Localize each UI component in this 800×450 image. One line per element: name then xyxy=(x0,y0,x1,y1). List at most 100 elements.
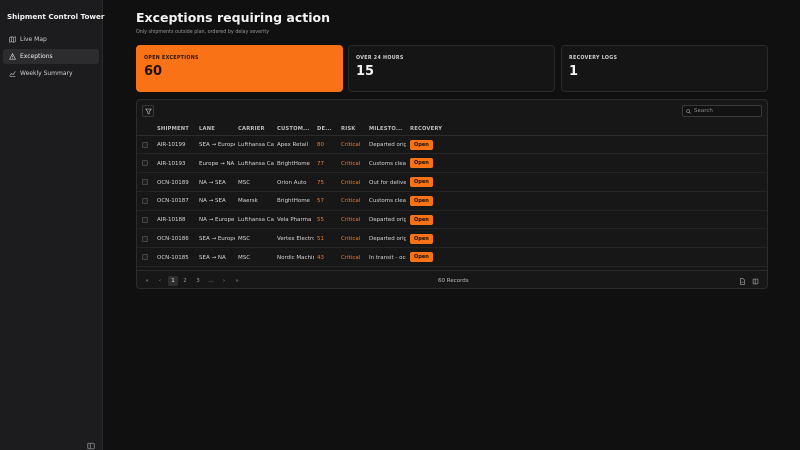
cell-risk: Critical xyxy=(341,254,361,261)
column-header-delay[interactable]: DE... xyxy=(317,126,337,132)
table-row[interactable]: AIR-10199 SEA → EuropeLufthansa CargoApex… xyxy=(137,136,767,155)
cell-lane: SEA → Europe xyxy=(199,142,235,148)
app-title: Shipment Control Tower xyxy=(7,12,105,21)
cell-risk: Critical xyxy=(341,236,361,242)
row-checkbox[interactable] xyxy=(142,197,148,204)
pagination: « ‹ 1 2 3 … › » 60 Records xyxy=(137,270,767,288)
page-subtitle: Only shipments outside plan, ordered by … xyxy=(136,30,270,35)
next-page-button[interactable]: › xyxy=(219,276,229,286)
cell-lane: Europe → NA xyxy=(199,160,235,167)
exceptions-table-panel: SHIPMENT LANE CARRIER CUSTOM... DE... RI… xyxy=(136,99,768,289)
page-title: Exceptions requiring action xyxy=(136,10,330,25)
cell-milestone: Departed origin xyxy=(369,236,406,242)
recovery-open-button[interactable]: Open xyxy=(410,177,433,188)
cell-carrier: Lufthansa Cargo xyxy=(238,160,274,167)
table-row[interactable]: OCN-10187 NA → SEA Maersk BrightHome 57 Criti… xyxy=(137,192,767,211)
cell-shipment: OCN-10186 xyxy=(157,236,189,242)
sidebar-item-live-map[interactable]: Live Map xyxy=(3,32,99,47)
cell-lane: NA → Europe xyxy=(199,217,235,224)
table-header: SHIPMENT LANE CARRIER CUSTOM... DE... RI… xyxy=(137,122,767,136)
cell-lane: NA → SEA xyxy=(199,198,226,205)
card-value: 1 xyxy=(569,64,579,79)
page-button-1[interactable]: 1 xyxy=(168,276,178,286)
columns-icon[interactable] xyxy=(750,276,760,286)
records-count: 60 Records xyxy=(438,278,469,284)
export-icon[interactable] xyxy=(737,276,747,286)
column-header-carrier[interactable]: CARRIER xyxy=(238,126,274,132)
filter-icon xyxy=(144,108,152,114)
cell-risk: Critical xyxy=(341,217,361,224)
search-input[interactable] xyxy=(694,108,754,114)
cell-lane: SEA → Europe xyxy=(199,236,235,242)
filter-button[interactable] xyxy=(142,105,154,117)
first-page-button[interactable]: « xyxy=(142,276,152,286)
last-page-button[interactable]: » xyxy=(232,276,242,286)
sidebar-collapse-icon[interactable] xyxy=(87,435,95,450)
column-header-lane[interactable]: LANE xyxy=(199,126,235,132)
card-recovery-logs[interactable]: RECOVERY LOGS 1 xyxy=(561,45,768,92)
column-header-risk[interactable]: RISK xyxy=(341,126,367,132)
search-box[interactable] xyxy=(682,105,762,117)
table-row[interactable]: OCN-10185 SEA → NA MSC Nordic Machines43 Cri… xyxy=(137,249,767,268)
cell-carrier: Lufthansa Cargo xyxy=(238,217,274,224)
row-checkbox[interactable] xyxy=(142,254,148,261)
cell-customer: Apex Retail xyxy=(277,142,309,148)
column-header-recovery[interactable]: RECOVERY xyxy=(410,126,450,132)
sidebar-item-label: Exceptions xyxy=(20,53,53,60)
cell-risk: Critical xyxy=(341,179,361,186)
sidebar-item-exceptions[interactable]: Exceptions xyxy=(3,49,99,64)
cell-customer: BrightHome xyxy=(277,198,310,205)
cell-milestone: In transit - ocean xyxy=(369,254,406,261)
row-checkbox[interactable] xyxy=(142,160,148,167)
page-button-3[interactable]: 3 xyxy=(193,276,203,286)
cell-shipment: AIR-10193 xyxy=(157,160,186,167)
column-header-milestone[interactable]: MILESTO... xyxy=(369,126,406,132)
cell-customer: Vela Pharma xyxy=(277,217,312,224)
sidebar-item-label: Weekly Summary xyxy=(20,70,73,77)
cell-customer: Orion Auto xyxy=(277,179,307,186)
row-checkbox[interactable] xyxy=(142,235,148,242)
cell-milestone: Departed origin xyxy=(369,217,406,224)
cell-shipment: OCN-10189 xyxy=(157,179,189,186)
cell-milestone: Departed origin xyxy=(369,142,406,148)
prev-page-button[interactable]: ‹ xyxy=(155,276,165,286)
row-checkbox[interactable] xyxy=(142,216,148,223)
table-row[interactable]: OCN-10189 NA → SEA MSC Orion Auto 75 Critical… xyxy=(137,174,767,192)
cell-milestone: Out for delivery xyxy=(369,179,406,186)
sidebar-nav: Live Map Exceptions Weekly Summary xyxy=(3,32,99,83)
column-header-shipment[interactable]: SHIPMENT xyxy=(157,126,195,132)
row-checkbox[interactable] xyxy=(142,141,148,148)
cell-milestone: Customs clearance xyxy=(369,198,406,205)
page-ellipsis: … xyxy=(208,278,214,284)
cell-carrier: MSC xyxy=(238,254,251,261)
card-label: OPEN EXCEPTIONS xyxy=(144,56,199,61)
table-row[interactable]: OCN-10186 SEA → EuropeMSC Vertex Electroni… xyxy=(137,230,767,249)
recovery-open-button[interactable]: Open xyxy=(410,252,433,263)
recovery-open-button[interactable]: Open xyxy=(410,233,433,244)
table-row[interactable]: AIR-10193 Europe → NALufthansa CargoBrigh… xyxy=(137,155,767,174)
map-icon xyxy=(8,36,16,44)
recovery-open-button[interactable]: Open xyxy=(410,139,433,150)
cell-lane: SEA → NA xyxy=(199,254,226,261)
recovery-open-button[interactable]: Open xyxy=(410,158,433,169)
table-row[interactable]: AIR-10188 NA → EuropeLufthansa CargoVela … xyxy=(137,211,767,230)
card-open-exceptions[interactable]: OPEN EXCEPTIONS 60 xyxy=(136,45,343,92)
cell-shipment: AIR-10199 xyxy=(157,142,186,148)
cell-risk: Critical xyxy=(341,198,361,205)
card-over-24-hours[interactable]: OVER 24 HOURS 15 xyxy=(348,45,555,92)
sidebar-item-weekly-summary[interactable]: Weekly Summary xyxy=(3,66,99,81)
recovery-open-button[interactable]: Open xyxy=(410,214,433,225)
cell-delay: 57 xyxy=(317,198,324,205)
cell-shipment: OCN-10187 xyxy=(157,198,189,205)
card-value: 15 xyxy=(356,64,375,79)
cell-risk: Critical xyxy=(341,160,361,167)
cell-delay: 55 xyxy=(317,217,324,224)
recovery-open-button[interactable]: Open xyxy=(410,195,433,206)
page-button-2[interactable]: 2 xyxy=(180,276,190,286)
column-header-customer[interactable]: CUSTOM... xyxy=(277,126,314,132)
cell-carrier: Lufthansa Cargo xyxy=(238,142,274,148)
row-checkbox[interactable] xyxy=(142,179,148,186)
cell-carrier: MSC xyxy=(238,179,251,186)
cell-delay: 51 xyxy=(317,236,324,242)
card-label: RECOVERY LOGS xyxy=(569,56,618,61)
